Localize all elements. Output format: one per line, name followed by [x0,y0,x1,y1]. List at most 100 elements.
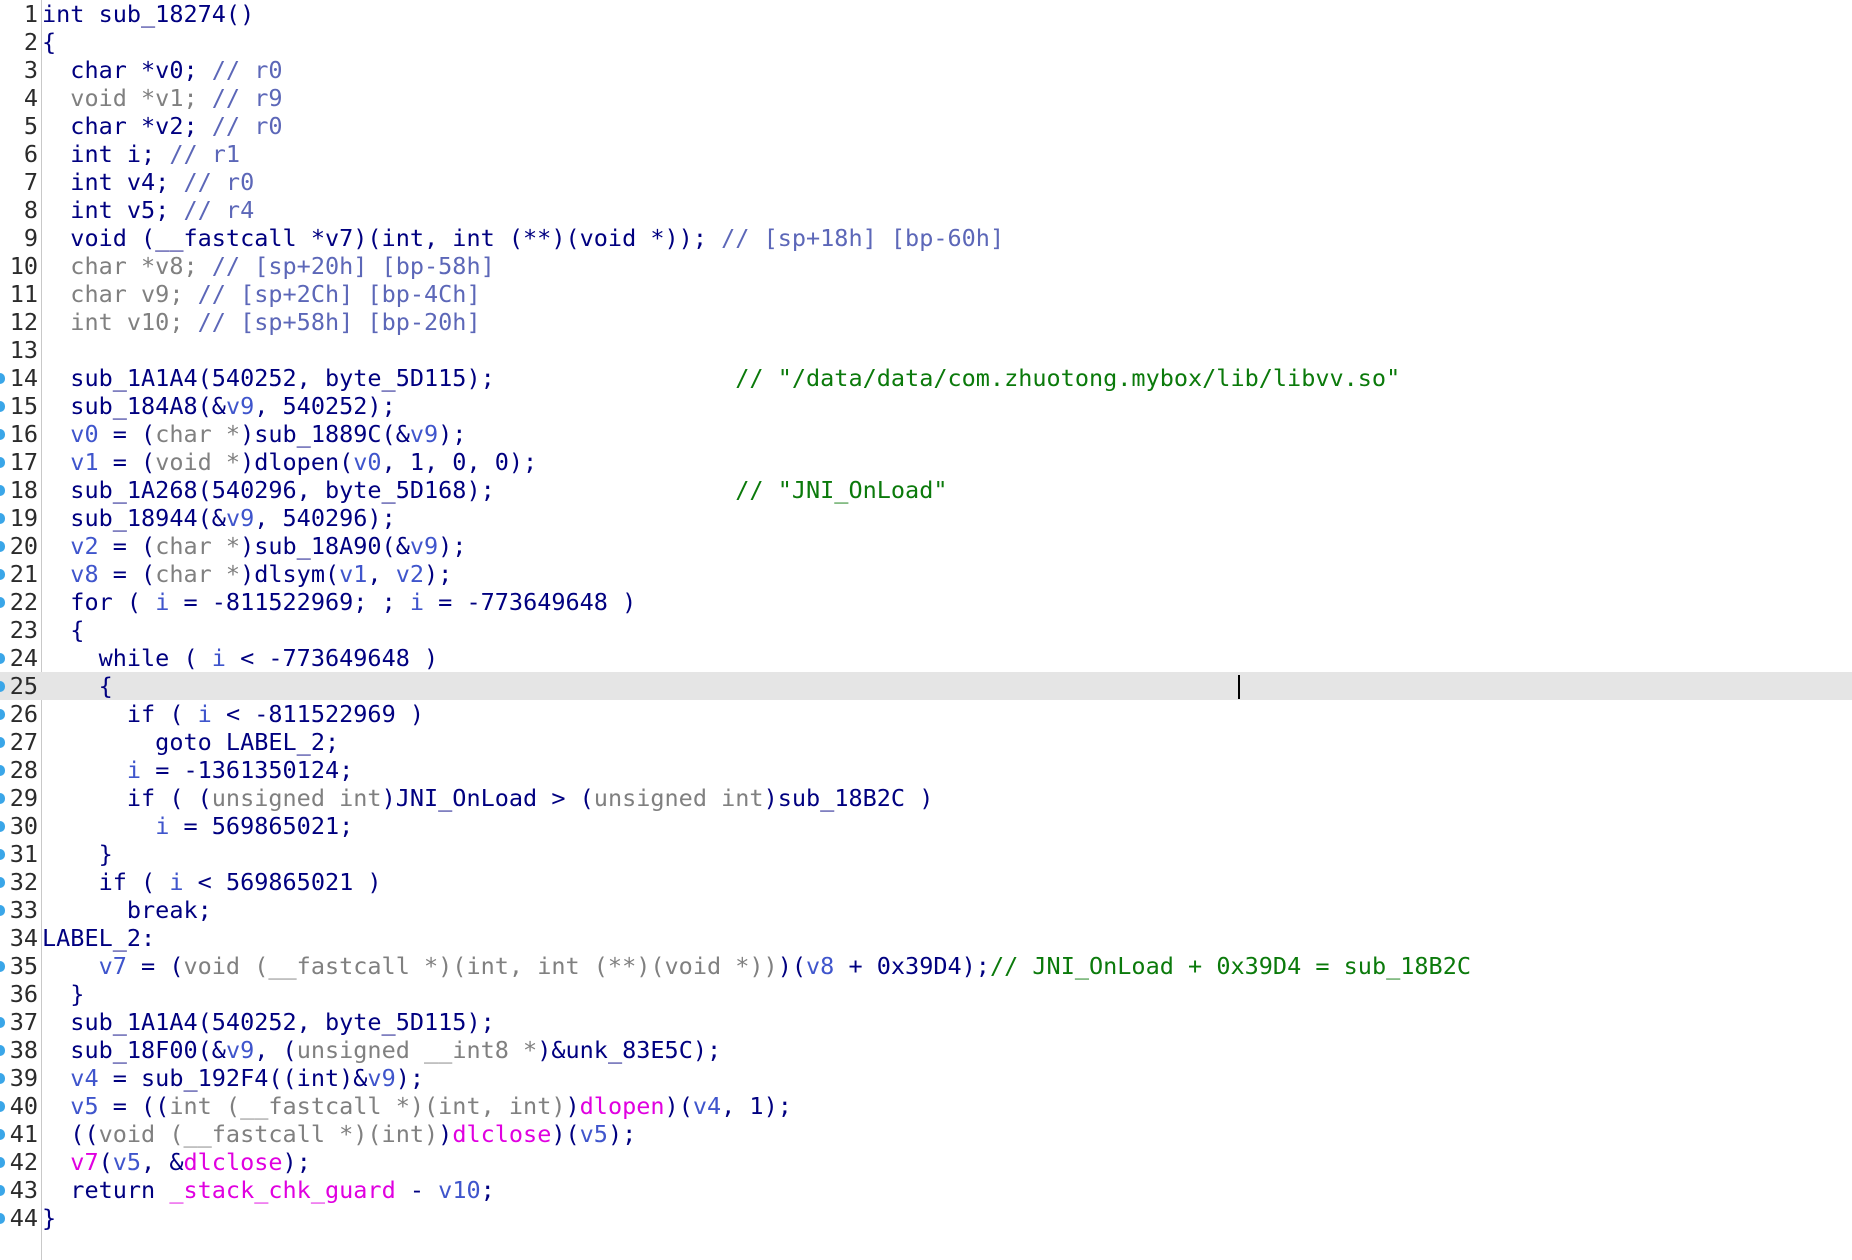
code-line[interactable]: 28 i = -1361350124; [0,756,1852,784]
code-text[interactable]: goto LABEL_2; [42,728,339,756]
code-line[interactable]: 19 sub_18944(&v9, 540296); [0,504,1852,532]
code-line[interactable]: 40 v5 = ((int (__fastcall *)(int, int))d… [0,1092,1852,1120]
code-text[interactable]: v7(v5, &dlclose); [42,1148,311,1176]
code-text[interactable]: while ( i < -773649648 ) [42,644,439,672]
code-line[interactable]: 44} [0,1204,1852,1232]
code-text[interactable]: v5 = ((int (__fastcall *)(int, int))dlop… [42,1092,792,1120]
code-text[interactable]: sub_1A1A4(540252, byte_5D115); // "/data… [42,364,1400,392]
code-listing[interactable]: 1 int sub_18274() 2{3 char *v0; // r0 4 voi… [0,0,1852,1232]
code-token: i [211,644,226,672]
code-text[interactable]: { [42,672,113,700]
code-text[interactable]: if ( (unsigned int)JNI_OnLoad > (unsigne… [42,784,933,812]
code-text[interactable]: i = 569865021; [42,812,353,840]
code-text[interactable]: v4 = sub_192F4((int)&v9); [42,1064,424,1092]
code-token: v8 [806,952,835,980]
code-line[interactable]: 9 void (__fastcall *v7)(int, int (**)(vo… [0,224,1852,252]
code-text[interactable]: break; [42,896,212,924]
code-text[interactable]: } [42,980,84,1008]
code-text[interactable]: int sub_18274() [42,0,254,28]
code-line[interactable]: 17 v1 = (void *)dlopen(v0, 1, 0, 0); [0,448,1852,476]
line-number: 11 [9,280,38,308]
code-line[interactable]: 26 if ( i < -811522969 ) [0,700,1852,728]
code-comment: // [sp+58h] [bp-20h] [197,308,481,336]
code-line[interactable]: 22 for ( i = -811522969; ; i = -77364964… [0,588,1852,616]
code-text[interactable]: int v4; // r0 [42,168,254,196]
code-line[interactable]: 25 { [0,672,1852,700]
code-text[interactable]: if ( i < 569865021 ) [42,868,382,896]
code-text[interactable]: int i; // r1 [42,140,240,168]
code-line[interactable]: 39 v4 = sub_192F4((int)&v9); [0,1064,1852,1092]
code-text[interactable]: sub_18F00(&v9, (unsigned __int8 *)&unk_8… [42,1036,721,1064]
code-text[interactable]: v8 = (char *)dlsym(v1, v2); [42,560,452,588]
code-line[interactable]: 43 return _stack_chk_guard - v10; [0,1176,1852,1204]
code-line[interactable]: 7 int v4; // r0 [0,168,1852,196]
code-line[interactable]: 23 { [0,616,1852,644]
code-line[interactable]: 41 ((void (__fastcall *)(int))dlclose)(v… [0,1120,1852,1148]
code-line[interactable]: 18 sub_1A268(540296, byte_5D168); // "JN… [0,476,1852,504]
code-line[interactable]: 35 v7 = (void (__fastcall *)(int, int (*… [0,952,1852,980]
code-line[interactable]: 36 } [0,980,1852,1008]
line-number: 26 [9,700,38,728]
code-text[interactable]: ((void (__fastcall *)(int))dlclose)(v5); [42,1120,636,1148]
code-text[interactable]: void (__fastcall *v7)(int, int (**)(void… [42,224,1004,252]
code-text[interactable]: v0 = (char *)sub_1889C(&v9); [42,420,466,448]
code-text[interactable]: LABEL_2: [42,924,155,952]
code-line[interactable]: 3 char *v0; // r0 [0,56,1852,84]
code-line[interactable]: 5 char *v2; // r0 [0,112,1852,140]
pseudocode-view[interactable]: 1 int sub_18274() 2{3 char *v0; // r0 4 voi… [0,0,1852,1260]
code-text[interactable]: int v5; // r4 [42,196,254,224]
code-text[interactable]: for ( i = -811522969; ; i = -773649648 ) [42,588,636,616]
code-line[interactable]: 15 sub_184A8(&v9, 540252); [0,392,1852,420]
code-line[interactable]: 11 char v9; // [sp+2Ch] [bp-4Ch] [0,280,1852,308]
code-line[interactable]: 6 int i; // r1 [0,140,1852,168]
code-text[interactable]: char *v0; // r0 [42,56,282,84]
code-line[interactable]: 38 sub_18F00(&v9, (unsigned __int8 *)&un… [0,1036,1852,1064]
code-line[interactable]: 37 sub_1A1A4(540252, byte_5D115); [0,1008,1852,1036]
code-text[interactable]: i = -1361350124; [42,756,353,784]
code-token: ); [424,560,453,588]
code-line[interactable]: 20 v2 = (char *)sub_18A90(&v9); [0,532,1852,560]
code-line[interactable]: 13 [0,336,1852,364]
code-text[interactable]: } [42,1204,56,1232]
code-text[interactable]: char v9; // [sp+2Ch] [bp-4Ch] [42,280,480,308]
code-line[interactable]: 14 sub_1A1A4(540252, byte_5D115); // "/d… [0,364,1852,392]
code-line[interactable]: 4 void *v1; // r9 [0,84,1852,112]
code-text[interactable]: } [42,840,113,868]
code-text[interactable]: sub_1A268(540296, byte_5D168); // "JNI_O… [42,476,947,504]
code-line[interactable]: 24 while ( i < -773649648 ) [0,644,1852,672]
code-line[interactable]: 8 int v5; // r4 [0,196,1852,224]
code-text[interactable]: return _stack_chk_guard - v10; [42,1176,495,1204]
code-line[interactable]: 33 break; [0,896,1852,924]
code-text[interactable]: sub_184A8(&v9, 540252); [42,392,395,420]
code-line[interactable]: 12 int v10; // [sp+58h] [bp-20h] [0,308,1852,336]
code-line[interactable]: 29 if ( (unsigned int)JNI_OnLoad > (unsi… [0,784,1852,812]
code-token: )sub_18B2C ) [763,784,934,812]
code-line[interactable]: 30 i = 569865021; [0,812,1852,840]
code-text[interactable]: sub_18944(&v9, 540296); [42,504,395,532]
code-line[interactable]: 16 v0 = (char *)sub_1889C(&v9); [0,420,1852,448]
code-line[interactable]: 27 goto LABEL_2; [0,728,1852,756]
code-comment: // JNI_OnLoad + 0x39D4 = sub_18B2C [989,952,1471,980]
code-text[interactable]: if ( i < -811522969 ) [42,700,424,728]
line-number: 31 [9,840,38,868]
code-token: , [367,560,396,588]
code-line[interactable]: 42 v7(v5, &dlclose); [0,1148,1852,1176]
code-text[interactable]: sub_1A1A4(540252, byte_5D115); [42,1008,494,1036]
code-text[interactable]: { [42,616,84,644]
code-text[interactable]: char *v2; // r0 [42,112,282,140]
code-line[interactable]: 1 int sub_18274() [0,0,1852,28]
code-text[interactable]: int v10; // [sp+58h] [bp-20h] [42,308,481,336]
code-text[interactable]: void *v1; // r9 [42,84,282,112]
code-line[interactable]: 32 if ( i < 569865021 ) [0,868,1852,896]
code-token: { [42,672,113,700]
code-line[interactable]: 34 LABEL_2: [0,924,1852,952]
code-line[interactable]: 21 v8 = (char *)dlsym(v1, v2); [0,560,1852,588]
code-text[interactable]: char *v8; // [sp+20h] [bp-58h] [42,252,494,280]
code-line[interactable]: 31 } [0,840,1852,868]
code-text[interactable]: v7 = (void (__fastcall *)(int, int (**)(… [42,952,1471,980]
code-text[interactable]: v1 = (void *)dlopen(v0, 1, 0, 0); [42,448,537,476]
code-line[interactable]: 10 char *v8; // [sp+20h] [bp-58h] [0,252,1852,280]
code-text[interactable]: v2 = (char *)sub_18A90(&v9); [42,532,466,560]
code-text[interactable]: { [42,28,56,56]
code-line[interactable]: 2{ [0,28,1852,56]
